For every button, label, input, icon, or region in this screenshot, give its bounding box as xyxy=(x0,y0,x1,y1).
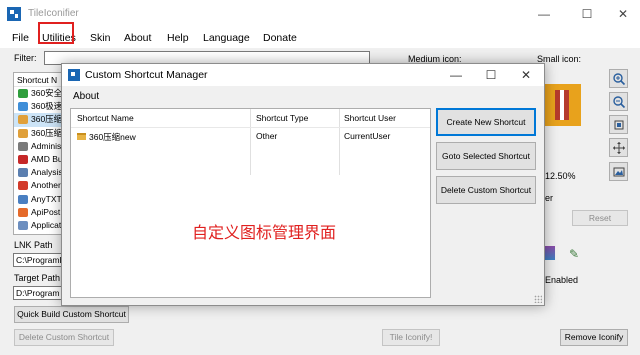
list-item[interactable]: ApiPost xyxy=(14,206,64,219)
menu-about[interactable]: About xyxy=(124,30,151,46)
eyedropper-icon[interactable]: ✎ xyxy=(569,247,579,261)
menu-bar: File Utilities Skin About Help Language … xyxy=(0,28,640,48)
list-item-label: Another xyxy=(31,180,61,191)
folder-icon xyxy=(77,133,86,140)
list-item[interactable]: 360压缩 xyxy=(14,127,64,140)
menu-file[interactable]: File xyxy=(12,30,29,46)
lnk-path-label: LNK Path xyxy=(14,240,53,250)
app-icon xyxy=(18,141,28,151)
partial-label: er xyxy=(545,193,554,203)
quick-build-button[interactable]: Quick Build Custom Shortcut xyxy=(14,306,129,323)
zoom-out-icon[interactable] xyxy=(609,92,628,111)
shortcut-list-header[interactable]: Shortcut N xyxy=(14,73,64,87)
list-item[interactable]: 360压缩 xyxy=(14,113,64,127)
enabled-label: Enabled xyxy=(545,275,579,285)
zoom-value: 12.50% xyxy=(545,171,576,181)
dialog-menu-about[interactable]: About xyxy=(73,91,99,102)
close-button[interactable]: ✕ xyxy=(611,4,635,24)
reset-button[interactable]: Reset xyxy=(572,210,628,226)
filter-label: Filter: xyxy=(14,53,37,63)
zoom-in-icon[interactable] xyxy=(609,69,628,88)
list-item-label: AnyTXT xyxy=(31,193,62,204)
list-item-label: Applicat xyxy=(31,219,62,230)
window-title: TileIconifier xyxy=(28,8,79,19)
row-shortcut-user[interactable]: CurrentUser xyxy=(344,131,390,141)
goto-selected-shortcut-button[interactable]: Goto Selected Shortcut xyxy=(436,142,536,170)
move-icon[interactable] xyxy=(609,138,628,157)
app-icon xyxy=(18,115,28,125)
menu-skin[interactable]: Skin xyxy=(90,30,110,46)
row-shortcut-type[interactable]: Other xyxy=(256,131,277,141)
color-swatch[interactable] xyxy=(545,246,555,260)
app-icon xyxy=(18,181,28,191)
list-item[interactable]: Analysis xyxy=(14,166,64,179)
fit-icon[interactable] xyxy=(609,115,628,134)
list-item[interactable]: Adminis xyxy=(14,140,64,153)
tile-iconify-button[interactable]: Tile Iconify! xyxy=(382,329,440,346)
menu-help[interactable]: Help xyxy=(167,30,189,46)
list-item-label: AMD Bu xyxy=(31,153,63,164)
dialog-maximize-button[interactable]: ☐ xyxy=(480,66,502,84)
list-item-label: 360压缩 xyxy=(31,114,63,125)
app-icon xyxy=(18,102,28,112)
shortcut-table[interactable]: Shortcut Name Shortcut Type Shortcut Use… xyxy=(70,108,431,298)
dialog-app-icon xyxy=(68,69,80,81)
title-bar: TileIconifier — ☐ ✕ xyxy=(0,0,640,28)
target-path-label: Target Path xyxy=(14,273,61,283)
list-item-label: 360安全 xyxy=(31,88,63,98)
shortcut-list[interactable]: Shortcut N 360安全 360极速 360压缩 360压缩 Adminis AM… xyxy=(13,72,65,235)
header-divider xyxy=(71,127,430,128)
dialog-title-bar: Custom Shortcut Manager — ☐ ✕ xyxy=(62,64,544,86)
delete-custom-shortcut-button[interactable]: Delete Custom Shortcut xyxy=(14,329,114,346)
resize-grip[interactable] xyxy=(534,295,542,303)
list-item[interactable]: AnyTXT xyxy=(14,193,64,206)
menu-language[interactable]: Language xyxy=(203,30,250,46)
app-icon xyxy=(18,207,28,217)
target-path-field[interactable]: D:\Program xyxy=(13,286,63,300)
app-icon xyxy=(18,220,28,230)
app-icon xyxy=(18,194,28,204)
row-shortcut-name[interactable]: 360压缩new xyxy=(89,131,136,143)
dialog-title: Custom Shortcut Manager xyxy=(85,69,208,81)
image-icon[interactable] xyxy=(609,162,628,181)
custom-shortcut-manager-dialog: Custom Shortcut Manager — ☐ ✕ About Shor… xyxy=(61,63,545,306)
app-logo-icon xyxy=(7,7,21,21)
list-item-label: Analysis xyxy=(31,167,63,178)
list-item-label: Adminis xyxy=(31,140,62,151)
medium-icon-preview[interactable] xyxy=(543,84,581,126)
menu-donate[interactable]: Donate xyxy=(263,30,297,46)
dialog-minimize-button[interactable]: — xyxy=(445,66,467,84)
list-item[interactable]: AMD Bu xyxy=(14,153,64,166)
column-header-name[interactable]: Shortcut Name xyxy=(77,113,134,123)
app-icon xyxy=(18,168,28,178)
list-item[interactable]: 360安全 xyxy=(14,87,64,100)
annotation-text: 自定义图标管理界面 xyxy=(192,223,337,242)
utilities-highlight-box xyxy=(38,22,74,44)
app-icon xyxy=(18,128,28,138)
dialog-close-button[interactable]: ✕ xyxy=(515,66,537,84)
column-separator xyxy=(250,109,251,175)
list-item-label: 360压缩 xyxy=(31,127,63,138)
list-item[interactable]: Another xyxy=(14,179,64,192)
list-item-label: 360极速 xyxy=(31,101,63,112)
list-item-label: ApiPost xyxy=(31,206,61,217)
minimize-button[interactable]: — xyxy=(532,4,556,24)
app-icon xyxy=(18,89,28,98)
delete-custom-shortcut-dialog-button[interactable]: Delete Custom Shortcut xyxy=(436,176,536,204)
maximize-button[interactable]: ☐ xyxy=(575,4,599,24)
list-item[interactable]: 360极速 xyxy=(14,100,64,113)
remove-iconify-button[interactable]: Remove Iconify xyxy=(560,329,628,346)
column-header-type[interactable]: Shortcut Type xyxy=(256,113,308,123)
lnk-path-field[interactable]: C:\ProgramD xyxy=(13,253,63,267)
app-icon xyxy=(18,154,28,164)
column-header-user[interactable]: Shortcut User xyxy=(344,113,396,123)
create-new-shortcut-button[interactable]: Create New Shortcut xyxy=(436,108,536,136)
list-item[interactable]: Applicat xyxy=(14,219,64,232)
column-separator xyxy=(339,109,340,175)
